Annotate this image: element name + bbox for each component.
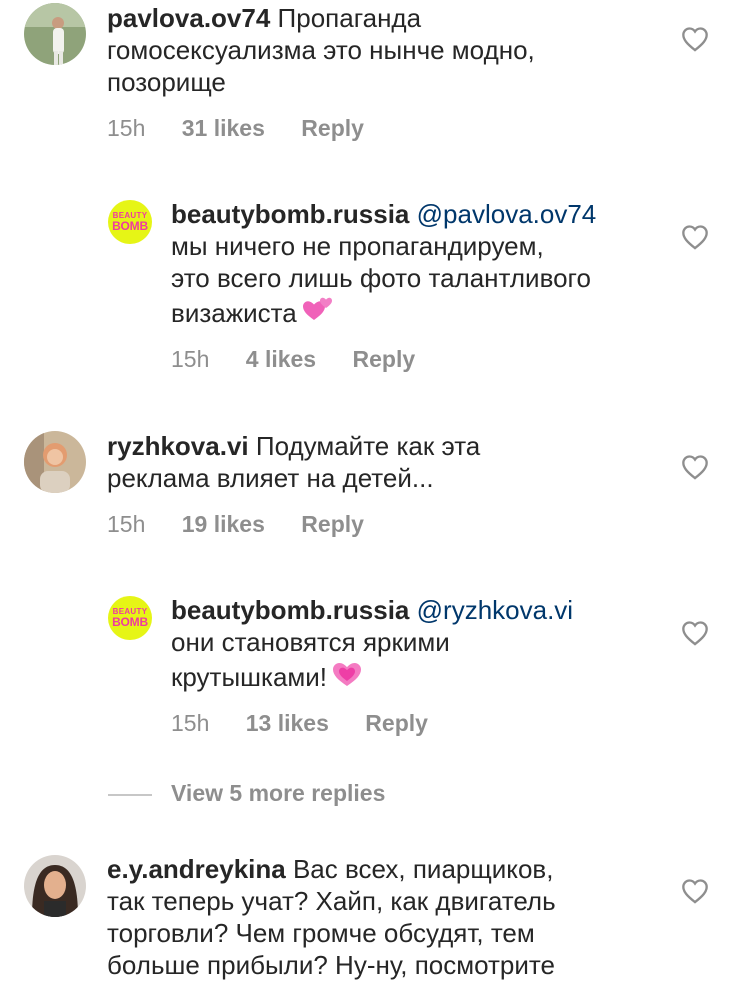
comment-text: Вас всех, пиарщиков,	[292, 854, 554, 884]
likes-count[interactable]: 19 likes	[182, 511, 265, 538]
comment-text: визажиста	[171, 298, 297, 328]
avatar[interactable]	[24, 431, 86, 493]
avatar[interactable]	[24, 3, 86, 65]
reply-button[interactable]: Reply	[365, 710, 428, 737]
heart-outline-icon[interactable]	[681, 620, 709, 646]
heart-outline-icon[interactable]	[681, 878, 709, 904]
comment-text: так теперь учат? Хайп, как двигатель	[107, 886, 556, 916]
divider	[108, 794, 152, 796]
heart-outline-icon[interactable]	[681, 224, 709, 250]
mention-link[interactable]: @pavlova.ov74	[417, 199, 597, 229]
comment-text: это всего лишь фото талантливого	[171, 263, 591, 293]
comment-text: позорище	[107, 67, 226, 97]
brand-logo-text: BOMB	[112, 615, 148, 629]
comment-text: они становятся яркими	[171, 627, 450, 657]
comment-text: Пропаганда	[277, 3, 422, 33]
username[interactable]: beautybomb.russia	[171, 595, 409, 625]
username[interactable]: e.y.andreykina	[107, 854, 286, 884]
comment-time: 15h	[107, 115, 146, 141]
username[interactable]: beautybomb.russia	[171, 199, 409, 229]
username[interactable]: pavlova.ov74	[107, 3, 270, 33]
likes-count[interactable]: 4 likes	[246, 346, 316, 373]
comment-text: мы ничего не пропагандируем,	[171, 231, 544, 261]
comment-text: больше прибыли? Ну-ну, посмотрите	[107, 950, 555, 980]
two-hearts-icon	[302, 297, 332, 320]
comment-text: реклама влияет на детей...	[107, 463, 434, 493]
comment-time: 15h	[107, 511, 146, 537]
reply-button[interactable]: Reply	[353, 346, 416, 373]
brand-logo-text: BOMB	[112, 219, 148, 233]
avatar[interactable]: BEAUTY BOMB	[108, 596, 152, 640]
comment-text: крутышками!	[171, 662, 328, 692]
likes-count[interactable]: 31 likes	[182, 115, 265, 142]
username[interactable]: ryzhkova.vi	[107, 431, 249, 461]
heart-outline-icon[interactable]	[681, 454, 709, 480]
reply-button[interactable]: Reply	[301, 511, 364, 538]
growing-heart-icon	[333, 663, 362, 686]
comment-text: Подумайте как эта	[255, 431, 481, 461]
avatar[interactable]: BEAUTY BOMB	[108, 200, 152, 244]
heart-outline-icon[interactable]	[681, 26, 709, 52]
avatar[interactable]	[24, 855, 86, 917]
comment-time: 15h	[171, 710, 210, 736]
comment-text: торговли? Чем громче обсудят, тем	[107, 918, 535, 948]
likes-count[interactable]: 13 likes	[246, 710, 329, 737]
view-more-replies-label[interactable]: View 5 more replies	[171, 780, 385, 807]
reply-button[interactable]: Reply	[301, 115, 364, 142]
comment-time: 15h	[171, 346, 210, 372]
mention-link[interactable]: @ryzhkova.vi	[417, 595, 573, 625]
comment-text: гомосексуализма это нынче модно,	[107, 35, 535, 65]
